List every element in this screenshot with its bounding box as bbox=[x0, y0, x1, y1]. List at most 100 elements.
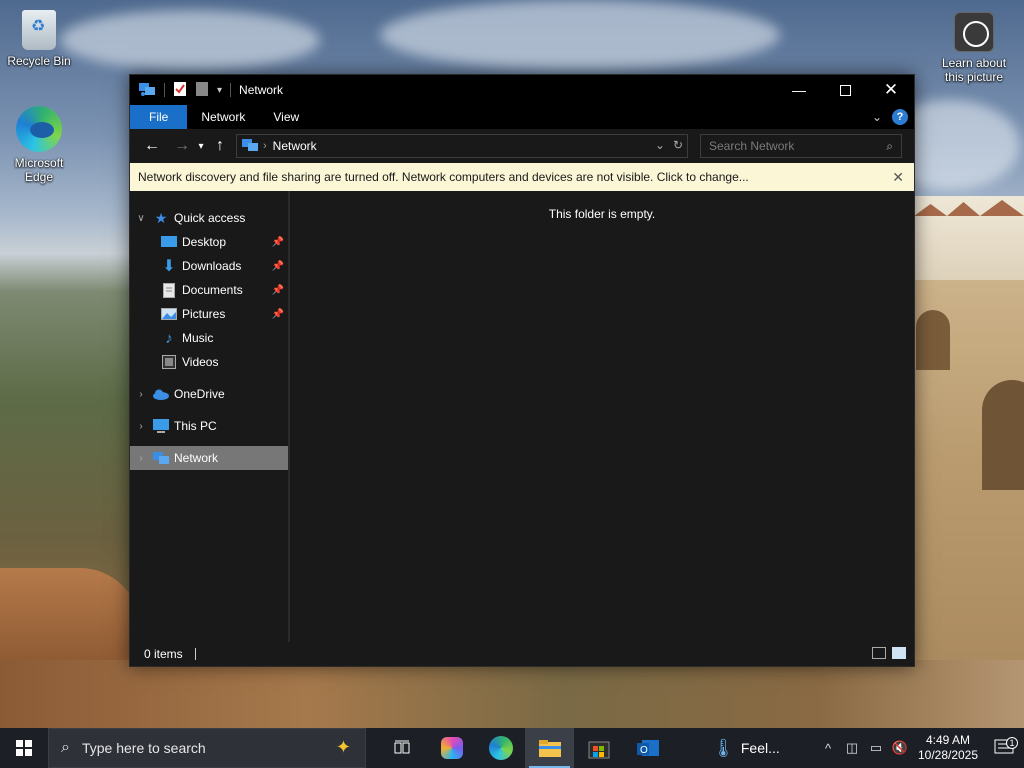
chevron-down-icon[interactable]: ∨ bbox=[130, 213, 152, 224]
sidebar-item-documents[interactable]: Documents 📌 bbox=[130, 278, 288, 302]
weather-widget[interactable]: 🌡 Feel... bbox=[712, 738, 780, 759]
sidebar-item-this-pc[interactable]: › This PC bbox=[130, 414, 288, 438]
customize-qa-chevron-icon[interactable]: ▾ bbox=[217, 85, 222, 96]
desktop-icon-label: Learn about this picture bbox=[941, 56, 1007, 84]
search-placeholder: Type here to search bbox=[81, 740, 206, 756]
refresh-icon[interactable]: ↻ bbox=[673, 138, 683, 152]
search-box[interactable]: ⌕ bbox=[700, 134, 902, 158]
edge-desktop-icon[interactable]: Microsoft Edge bbox=[1, 106, 77, 184]
pin-icon[interactable]: 📌 bbox=[272, 285, 284, 296]
forward-arrow-icon: → bbox=[174, 137, 190, 154]
copilot-button[interactable] bbox=[427, 728, 476, 768]
window-title: Network bbox=[239, 83, 284, 97]
sidebar-item-desktop[interactable]: Desktop 📌 bbox=[130, 230, 288, 254]
chevron-right-icon[interactable]: › bbox=[130, 453, 152, 464]
cloud bbox=[380, 0, 780, 70]
pin-icon[interactable]: 📌 bbox=[272, 237, 284, 248]
tab-view[interactable]: View bbox=[259, 105, 313, 129]
sidebar-item-label: Pictures bbox=[182, 307, 226, 321]
sidebar-item-label: This PC bbox=[174, 419, 217, 433]
file-explorer-taskbar-button[interactable] bbox=[525, 728, 574, 768]
close-icon[interactable]: ✕ bbox=[892, 169, 904, 186]
sidebar-item-label: Network bbox=[174, 451, 219, 465]
close-button[interactable]: ✕ bbox=[868, 75, 914, 105]
title-bar[interactable]: ▾ Network — ✕ bbox=[130, 75, 914, 105]
meet-now-icon[interactable]: ◫ bbox=[840, 740, 864, 756]
sidebar-item-onedrive[interactable]: › OneDrive bbox=[130, 382, 288, 406]
task-view-icon bbox=[394, 740, 409, 754]
date: 10/28/2025 bbox=[917, 748, 979, 762]
volume-muted-icon[interactable]: 🔇 bbox=[888, 740, 912, 756]
breadcrumb-chevron-icon: › bbox=[263, 140, 267, 152]
maximize-icon bbox=[839, 84, 851, 96]
recycle-bin-desktop-icon[interactable]: Recycle Bin bbox=[1, 10, 77, 68]
sidebar-item-videos[interactable]: Videos bbox=[130, 350, 288, 374]
sparkle-icon: ✦ bbox=[335, 737, 351, 757]
notification-center-button[interactable]: 1 bbox=[984, 737, 1024, 757]
edge-taskbar-button[interactable] bbox=[476, 728, 525, 768]
minimize-button[interactable]: — bbox=[776, 75, 822, 105]
info-bar[interactable]: Network discovery and file sharing are t… bbox=[130, 163, 914, 191]
outlook-taskbar-button[interactable]: O bbox=[623, 728, 672, 768]
file-list[interactable]: This folder is empty. bbox=[290, 191, 914, 642]
pin-icon[interactable]: 📌 bbox=[272, 261, 284, 272]
chevron-right-icon[interactable]: › bbox=[130, 389, 152, 400]
details-view-icon[interactable] bbox=[872, 647, 886, 659]
breadcrumb[interactable]: Network bbox=[273, 139, 317, 153]
new-folder-icon[interactable] bbox=[195, 81, 209, 100]
outlook-icon: O bbox=[636, 740, 659, 756]
close-icon: ✕ bbox=[883, 80, 899, 99]
videos-icon bbox=[160, 354, 178, 370]
properties-icon[interactable] bbox=[173, 81, 187, 100]
cloud-icon bbox=[152, 386, 170, 402]
store-icon bbox=[588, 741, 609, 759]
clock[interactable]: 4:49 AM 10/28/2025 bbox=[912, 733, 984, 763]
network-status-icon[interactable]: ▭ bbox=[864, 740, 888, 756]
expand-ribbon-chevron-icon[interactable]: ⌄ bbox=[872, 110, 882, 124]
recycle-bin-icon bbox=[22, 10, 56, 50]
desktop-icon-label: Microsoft Edge bbox=[14, 156, 64, 184]
navigation-pane: ∨ ★ Quick access Desktop 📌 ⬇ Downloads 📌… bbox=[130, 191, 288, 642]
ribbon: File Network View ⌄ ? bbox=[130, 105, 914, 129]
tab-network[interactable]: Network bbox=[187, 105, 259, 129]
large-icons-view-icon[interactable] bbox=[892, 647, 906, 659]
sidebar-item-network[interactable]: › Network bbox=[130, 446, 288, 470]
taskbar: ⌕ Type here to search ✦ O 🌡 Feel... ^ ◫ … bbox=[0, 728, 1024, 768]
address-bar[interactable]: › Network ⌄ ↻ bbox=[236, 134, 688, 158]
start-button[interactable] bbox=[0, 728, 48, 768]
file-explorer-window: ▾ Network — ✕ File Network View ⌄ ? ← → … bbox=[129, 74, 915, 667]
sidebar-item-music[interactable]: ♪ Music bbox=[130, 326, 288, 350]
back-button[interactable]: ← bbox=[140, 134, 164, 158]
separator bbox=[194, 648, 196, 660]
separator bbox=[230, 83, 232, 97]
sidebar-item-label: Downloads bbox=[182, 259, 242, 273]
bridge-arch bbox=[982, 380, 1024, 490]
thermometer-icon: 🌡 bbox=[712, 737, 735, 758]
chevron-right-icon[interactable]: › bbox=[130, 421, 152, 432]
help-icon[interactable]: ? bbox=[892, 109, 908, 125]
taskbar-search[interactable]: ⌕ Type here to search ✦ bbox=[48, 728, 366, 768]
network-icon bbox=[138, 81, 156, 100]
sidebar-item-pictures[interactable]: Pictures 📌 bbox=[130, 302, 288, 326]
show-hidden-icons-chevron-icon[interactable]: ^ bbox=[816, 741, 840, 756]
learn-about-picture-desktop-icon[interactable]: Learn about this picture bbox=[936, 12, 1012, 84]
address-dropdown-icon[interactable]: ⌄ bbox=[655, 138, 665, 152]
tab-file[interactable]: File bbox=[130, 105, 188, 129]
bridge-arch bbox=[916, 310, 950, 370]
time: 4:49 AM bbox=[925, 733, 971, 747]
search-input[interactable] bbox=[709, 139, 869, 153]
pin-icon[interactable]: 📌 bbox=[272, 309, 284, 320]
sidebar-item-downloads[interactable]: ⬇ Downloads 📌 bbox=[130, 254, 288, 278]
recent-locations-button[interactable]: ▾ bbox=[194, 134, 208, 158]
download-icon: ⬇ bbox=[162, 258, 176, 275]
music-icon: ♪ bbox=[165, 329, 173, 347]
document-icon bbox=[160, 282, 178, 298]
sidebar-item-quick-access[interactable]: ∨ ★ Quick access bbox=[130, 206, 288, 230]
network-icon bbox=[152, 450, 170, 466]
forward-button[interactable]: → bbox=[170, 134, 194, 158]
desktop-icon-label: Recycle Bin bbox=[7, 54, 71, 68]
store-taskbar-button[interactable] bbox=[574, 728, 623, 768]
up-button[interactable]: ↑ bbox=[208, 134, 232, 158]
task-view-button[interactable] bbox=[378, 728, 427, 768]
maximize-button[interactable] bbox=[822, 75, 868, 105]
